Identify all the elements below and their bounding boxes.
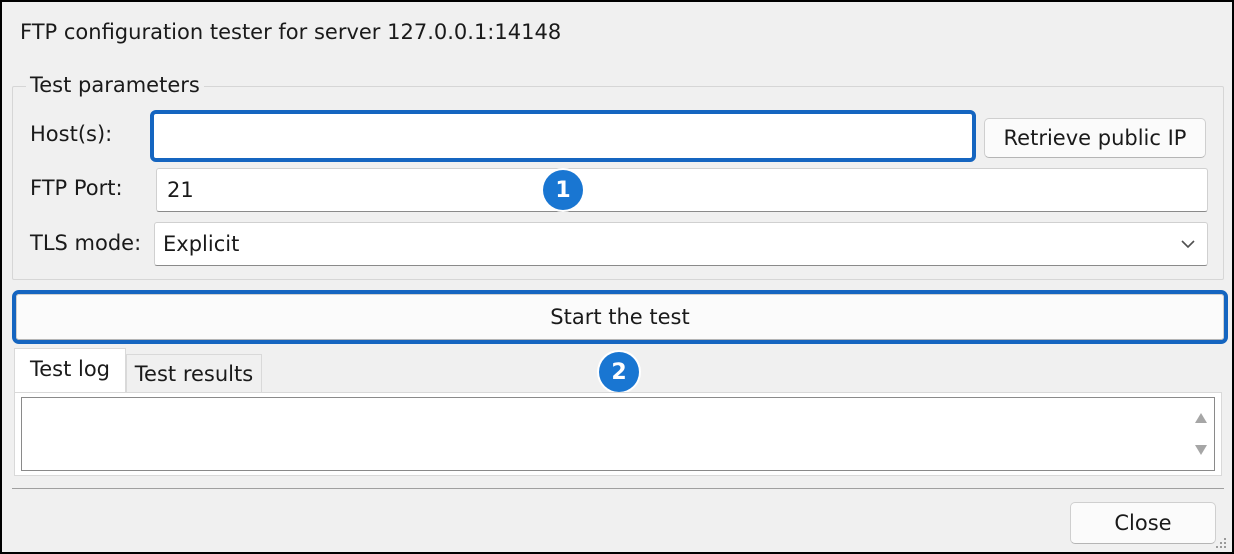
chevron-down-icon: [1181, 240, 1195, 249]
test-parameters-legend: Test parameters: [26, 73, 204, 97]
log-scrollbar[interactable]: [1188, 398, 1214, 470]
footer-separator: [12, 488, 1224, 489]
ftp-tester-dialog: FTP configuration tester for server 127.…: [0, 0, 1234, 554]
host-label: Host(s):: [30, 122, 113, 146]
tls-mode-label: TLS mode:: [30, 231, 142, 255]
tab-test-log-label: Test log: [29, 356, 111, 381]
test-log-textbox[interactable]: [21, 397, 1215, 471]
ftp-port-label: FTP Port:: [30, 176, 123, 200]
host-input[interactable]: [150, 110, 976, 162]
tls-mode-select[interactable]: Explicit: [154, 222, 1208, 266]
tab-test-results-label: Test results: [134, 361, 254, 386]
tab-test-log[interactable]: Test log: [14, 348, 126, 394]
annotation-badge-2: 2: [599, 352, 639, 392]
title-bar: FTP configuration tester for server 127.…: [2, 2, 1232, 64]
resize-grip-icon[interactable]: [1212, 534, 1228, 550]
annotation-badge-1: 1: [543, 170, 583, 210]
scroll-up-arrow-icon[interactable]: [1194, 412, 1208, 424]
window-title: FTP configuration tester for server 127.…: [20, 20, 562, 44]
ftp-port-value: 21: [167, 178, 194, 202]
start-test-button[interactable]: Start the test: [16, 294, 1224, 340]
scroll-down-arrow-icon[interactable]: [1194, 444, 1208, 456]
close-button[interactable]: Close: [1070, 502, 1216, 544]
ftp-port-input[interactable]: 21: [156, 168, 1208, 212]
test-log-panel: [14, 392, 1222, 476]
tab-test-results[interactable]: Test results: [126, 354, 262, 392]
tls-mode-selected: Explicit: [163, 232, 240, 256]
retrieve-public-ip-button[interactable]: Retrieve public IP: [984, 118, 1206, 158]
